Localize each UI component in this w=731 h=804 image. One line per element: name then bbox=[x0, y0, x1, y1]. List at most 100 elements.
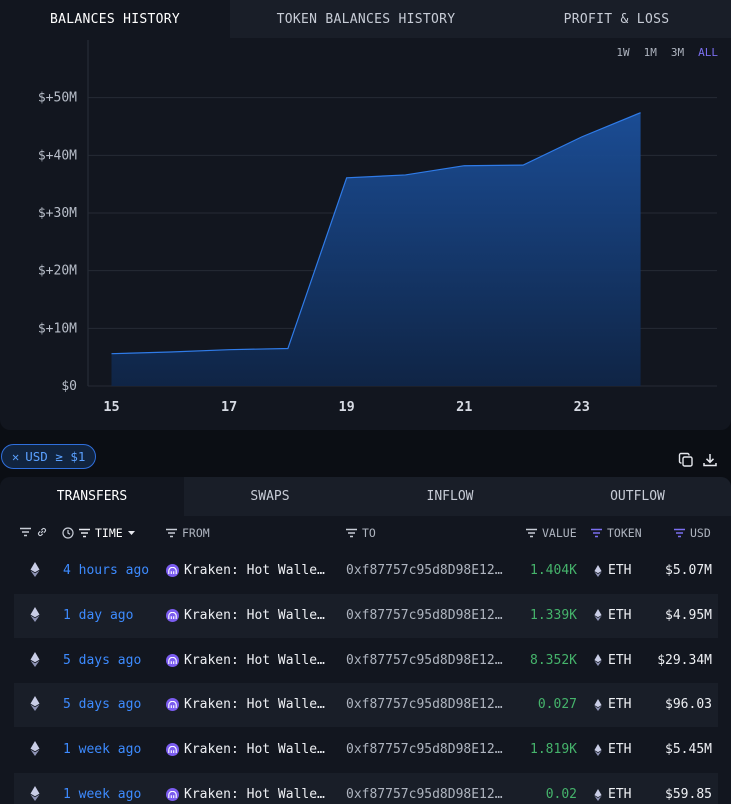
token-column-header: TOKEN bbox=[590, 526, 642, 540]
row-usd-value: $59.85 bbox=[665, 787, 712, 802]
row-time-link[interactable]: 1 day ago bbox=[63, 608, 133, 623]
row-time-link[interactable]: 4 hours ago bbox=[63, 563, 149, 578]
balances-chart-panel: BALANCES HISTORY TOKEN BALANCES HISTORY … bbox=[0, 0, 731, 430]
kraken-logo-icon bbox=[166, 743, 179, 757]
close-icon[interactable]: ✕ bbox=[12, 450, 19, 464]
filter-active-icon[interactable] bbox=[673, 528, 686, 538]
row-time-link[interactable]: 5 days ago bbox=[63, 697, 141, 712]
kraken-logo-icon bbox=[166, 608, 179, 622]
row-to-address[interactable]: 0xf87757c95d8D98E12… bbox=[346, 563, 503, 578]
row-token-symbol: ETH bbox=[608, 652, 632, 668]
tab-outflow[interactable]: OUTFLOW bbox=[544, 477, 731, 516]
ethereum-token-icon bbox=[594, 743, 602, 756]
tab-swaps[interactable]: SWAPS bbox=[184, 477, 356, 516]
row-value: 1.404K bbox=[530, 563, 577, 578]
row-from-label: Kraken: Hot Walle… bbox=[184, 652, 325, 668]
row-value: 1.819K bbox=[530, 742, 577, 758]
tab-transfers[interactable]: TRANSFERS bbox=[0, 477, 184, 516]
balance-area-chart: $0 $+10M $+20M $+30M $+40M $+50M 15 17 19 21 23 bbox=[38, 40, 717, 415]
time-header-label: TIME bbox=[95, 526, 123, 540]
ethereum-chain-icon bbox=[30, 606, 40, 622]
ethereum-chain-icon bbox=[30, 562, 40, 577]
tab-balances-history[interactable]: BALANCES HISTORY bbox=[0, 0, 230, 38]
filter-active-icon[interactable] bbox=[590, 528, 603, 538]
row-time-link[interactable]: 5 days ago bbox=[63, 653, 141, 668]
tab-profit-and-loss[interactable]: PROFIT & LOSS bbox=[502, 0, 731, 38]
table-row[interactable]: 5 days ago Kraken: Hot Walle… 0xf87757c9… bbox=[14, 683, 718, 728]
ethereum-chain-icon bbox=[30, 696, 40, 712]
y-tick-label: $+50M bbox=[38, 91, 77, 106]
filter-icon[interactable] bbox=[78, 528, 91, 538]
row-token-symbol: ETH bbox=[608, 607, 632, 623]
download-icon[interactable] bbox=[702, 452, 718, 468]
row-usd-value: $4.95M bbox=[665, 607, 712, 623]
row-to-address[interactable]: 0xf87757c95d8D98E12… bbox=[346, 608, 503, 623]
row-value: 0.027 bbox=[537, 697, 577, 713]
table-row[interactable]: 4 hours ago Kraken: Hot Walle… 0xf87757c… bbox=[14, 549, 718, 593]
filter-icon[interactable] bbox=[525, 528, 538, 538]
row-token-symbol: ETH bbox=[608, 563, 632, 578]
x-tick-label: 15 bbox=[103, 399, 119, 415]
row-from-entity[interactable]: Kraken: Hot Walle… bbox=[166, 697, 325, 712]
filter-icon[interactable] bbox=[19, 527, 32, 537]
usd-filter-chip[interactable]: ✕ USD ≥ $1 bbox=[1, 444, 97, 469]
row-to-address[interactable]: 0xf87757c95d8D98E12… bbox=[346, 653, 503, 668]
row-value: 8.352K bbox=[530, 652, 577, 668]
row-from-entity[interactable]: Kraken: Hot Walle… bbox=[166, 563, 325, 578]
filter-icon[interactable] bbox=[345, 528, 358, 538]
tab-token-balances-history[interactable]: TOKEN BALANCES HISTORY bbox=[230, 0, 502, 38]
ethereum-chain-icon bbox=[30, 786, 40, 801]
row-token[interactable]: ETH bbox=[594, 742, 631, 757]
tab-inflow[interactable]: INFLOW bbox=[356, 477, 544, 516]
kraken-logo-icon bbox=[166, 653, 179, 667]
row-token[interactable]: ETH bbox=[594, 563, 631, 578]
x-tick-label: 23 bbox=[574, 399, 590, 415]
x-tick-label: 19 bbox=[339, 399, 355, 415]
link-icon[interactable] bbox=[36, 526, 48, 538]
table-header: TIME FROM TO VALUE TOKEN USD bbox=[0, 516, 731, 549]
kraken-logo-icon bbox=[166, 698, 179, 712]
token-header-label: TOKEN bbox=[607, 526, 642, 540]
row-from-label: Kraken: Hot Walle… bbox=[184, 607, 325, 623]
ethereum-chain-icon bbox=[30, 651, 40, 667]
row-usd-value: $5.45M bbox=[665, 742, 712, 758]
table-row[interactable]: 1 day ago Kraken: Hot Walle… 0xf87757c95… bbox=[14, 593, 718, 638]
ethereum-token-icon bbox=[594, 564, 602, 577]
row-from-entity[interactable]: Kraken: Hot Walle… bbox=[166, 608, 325, 623]
table-row[interactable]: 1 week ago Kraken: Hot Walle… 0xf87757c9… bbox=[14, 728, 718, 772]
row-from-entity[interactable]: Kraken: Hot Walle… bbox=[166, 742, 325, 757]
ethereum-chain-icon bbox=[30, 741, 40, 757]
sort-desc-icon[interactable] bbox=[127, 530, 136, 536]
to-header-label: TO bbox=[362, 526, 376, 540]
row-from-label: Kraken: Hot Walle… bbox=[184, 697, 325, 713]
table-tools bbox=[678, 452, 718, 468]
y-tick-label: $+30M bbox=[38, 206, 77, 221]
time-column-header[interactable]: TIME bbox=[62, 526, 136, 540]
table-row[interactable]: 5 days ago Kraken: Hot Walle… 0xf87757c9… bbox=[14, 639, 718, 683]
transfers-table-panel: TRANSFERS SWAPS INFLOW OUTFLOW TIME FROM… bbox=[0, 477, 731, 804]
x-tick-label: 21 bbox=[456, 399, 472, 415]
row-to-address[interactable]: 0xf87757c95d8D98E12… bbox=[346, 697, 503, 712]
chain-column-header bbox=[19, 526, 48, 538]
value-header-label: VALUE bbox=[542, 526, 577, 540]
from-column-header: FROM bbox=[165, 526, 210, 540]
row-token[interactable]: ETH bbox=[594, 608, 631, 623]
filter-icon[interactable] bbox=[165, 528, 178, 538]
row-value: 1.339K bbox=[530, 607, 577, 623]
row-token[interactable]: ETH bbox=[594, 787, 631, 802]
table-row[interactable]: 1 week ago Kraken: Hot Walle… 0xf87757c9… bbox=[14, 773, 718, 804]
row-token-symbol: ETH bbox=[608, 697, 632, 713]
row-token[interactable]: ETH bbox=[594, 697, 631, 712]
x-tick-label: 17 bbox=[221, 399, 237, 415]
row-from-entity[interactable]: Kraken: Hot Walle… bbox=[166, 653, 325, 668]
from-header-label: FROM bbox=[182, 526, 210, 540]
row-from-label: Kraken: Hot Walle… bbox=[184, 563, 325, 578]
row-token[interactable]: ETH bbox=[594, 653, 631, 668]
row-to-address[interactable]: 0xf87757c95d8D98E12… bbox=[346, 742, 503, 757]
row-time-link[interactable]: 1 week ago bbox=[63, 787, 141, 802]
row-from-entity[interactable]: Kraken: Hot Walle… bbox=[166, 787, 325, 802]
chart-tabs: BALANCES HISTORY TOKEN BALANCES HISTORY … bbox=[0, 0, 731, 38]
row-to-address[interactable]: 0xf87757c95d8D98E12… bbox=[346, 787, 503, 802]
copy-icon[interactable] bbox=[678, 452, 694, 468]
row-time-link[interactable]: 1 week ago bbox=[63, 742, 141, 757]
